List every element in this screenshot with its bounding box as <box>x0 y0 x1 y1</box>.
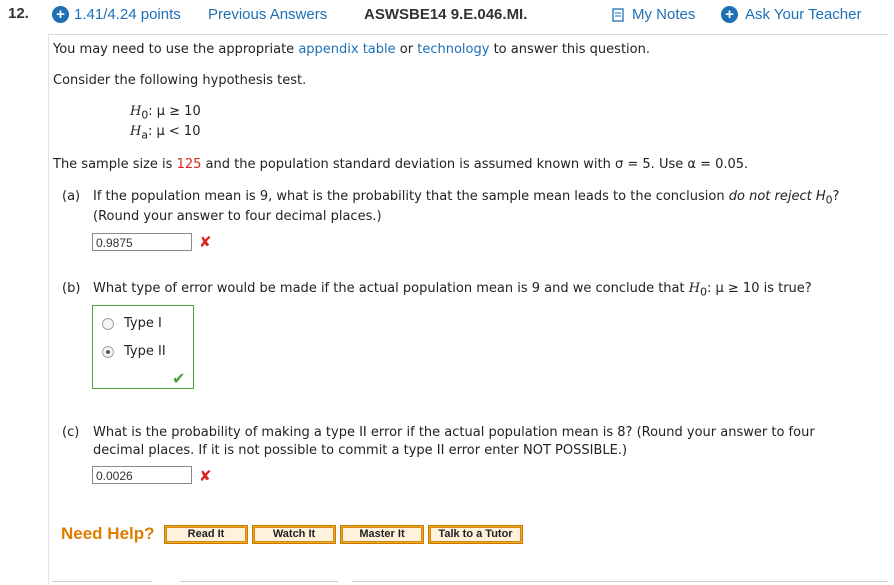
type-i-radio[interactable] <box>102 318 114 330</box>
h-subscript: 0 <box>825 193 833 207</box>
points-link[interactable]: 1.41/4.24 points <box>74 6 181 23</box>
previous-answers-link[interactable]: Previous Answers <box>208 6 327 23</box>
alternative-hypothesis: Ha: μ < 10 <box>130 124 200 142</box>
technology-link[interactable]: technology <box>417 42 489 57</box>
button-label: Watch It <box>254 527 334 542</box>
incorrect-icon: ✘ <box>199 467 212 485</box>
my-notes-link[interactable]: My Notes <box>632 6 695 23</box>
instructions: You may need to use the appropriate appe… <box>53 42 650 57</box>
footer-divider <box>52 581 152 582</box>
footer-divider <box>352 581 888 582</box>
button-label: Master It <box>342 527 422 542</box>
footer-divider <box>180 581 338 582</box>
read-it-button[interactable]: Read It <box>164 525 248 544</box>
type-i-label[interactable]: Type I <box>124 316 162 331</box>
part-a-question: If the population mean is 9, what is the… <box>93 189 839 207</box>
question-code: ASWSBE14 9.E.046.MI. <box>364 6 528 23</box>
statement-text: The sample size is <box>53 157 173 172</box>
type-ii-label[interactable]: Type II <box>124 344 166 359</box>
h-subscript: a <box>141 128 148 142</box>
part-c-question-cont: decimal places. If it is not possible to… <box>93 443 628 458</box>
part-b-label: (b) <box>62 281 81 296</box>
question-text: What type of error would be made if the … <box>93 281 685 296</box>
master-it-button[interactable]: Master It <box>340 525 424 544</box>
null-hypothesis: H0: μ ≥ 10 <box>130 104 201 122</box>
talk-to-tutor-button[interactable]: Talk to a Tutor <box>428 525 523 544</box>
header-divider <box>48 34 888 35</box>
h-symbol: H <box>688 281 701 296</box>
instructions-text: to answer this question. <box>493 42 650 57</box>
h-symbol: H <box>130 124 142 139</box>
question-text: If the population mean is 9, what is the… <box>93 189 725 204</box>
part-c-question: What is the probability of making a type… <box>93 425 815 440</box>
notes-icon[interactable] <box>612 8 625 26</box>
button-label: Read It <box>166 527 246 542</box>
hypothesis-text: : μ < 10 <box>147 124 201 139</box>
appendix-table-link[interactable]: appendix table <box>298 42 395 57</box>
button-label: Talk to a Tutor <box>430 527 521 542</box>
part-c-answer-field[interactable]: 0.0026 <box>92 466 192 484</box>
statement-text: and the population standard deviation is… <box>205 157 749 172</box>
question-text: : μ ≥ 10 is true? <box>706 281 812 296</box>
part-b-question: What type of error would be made if the … <box>93 281 812 299</box>
part-c-label: (c) <box>62 425 80 440</box>
part-a-answer-field[interactable]: 0.9875 <box>92 233 192 251</box>
part-a-rounding: (Round your answer to four decimal place… <box>93 209 382 224</box>
h-symbol: H <box>130 104 142 119</box>
correct-check-icon: ✔ <box>172 369 186 388</box>
part-a-label: (a) <box>62 189 81 204</box>
question-text: ? <box>832 189 840 204</box>
sample-size-value: 125 <box>176 157 202 172</box>
plus-icon[interactable]: + <box>52 6 69 23</box>
ask-teacher-link[interactable]: Ask Your Teacher <box>745 6 861 23</box>
question-header: 12. + 1.41/4.24 points Previous Answers … <box>0 0 894 30</box>
incorrect-icon: ✘ <box>199 233 212 251</box>
watch-it-button[interactable]: Watch It <box>252 525 336 544</box>
hypothesis-text: : μ ≥ 10 <box>148 104 201 119</box>
hypothesis-intro: Consider the following hypothesis test. <box>53 73 307 88</box>
question-italic: do not reject H <box>728 189 826 204</box>
instructions-text: You may need to use the appropriate <box>53 42 295 57</box>
problem-statement: The sample size is 125 and the populatio… <box>53 157 748 172</box>
type-ii-radio[interactable] <box>102 346 114 358</box>
question-number: 12. <box>8 5 29 22</box>
instructions-text: or <box>399 42 414 57</box>
need-help-label: Need Help? <box>61 524 155 543</box>
left-divider <box>48 34 49 585</box>
h-subscript: 0 <box>700 285 707 299</box>
plus-icon[interactable]: + <box>721 6 738 23</box>
